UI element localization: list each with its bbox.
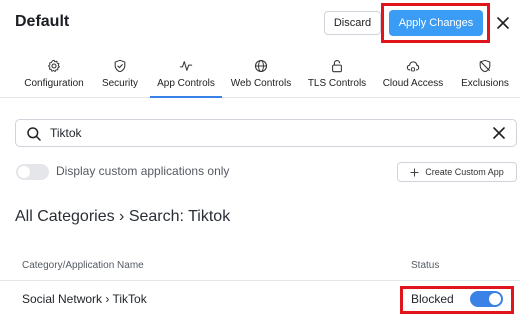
tab-label: Exclusions — [461, 78, 509, 89]
tab-app-controls[interactable]: App Controls — [150, 52, 222, 98]
tab-label: Cloud Access — [382, 78, 444, 89]
close-icon — [497, 17, 509, 29]
panel-header: Default Discard Apply Changes — [0, 0, 520, 46]
close-button[interactable] — [494, 13, 512, 33]
shield-off-icon — [479, 59, 491, 73]
search-input[interactable]: Tiktok — [15, 119, 517, 147]
create-custom-app-button[interactable]: Create Custom App — [397, 162, 517, 182]
plus-icon — [410, 167, 419, 177]
row-app-name: Social Network › TikTok — [22, 292, 147, 306]
tab-label: TLS Controls — [307, 78, 367, 89]
tab-cloud-access[interactable]: Cloud Access — [378, 52, 448, 98]
toggle-knob — [18, 166, 30, 178]
tab-web-controls[interactable]: Web Controls — [228, 52, 294, 98]
page-title: Default — [15, 13, 70, 30]
gear-icon — [48, 59, 60, 72]
tab-security[interactable]: Security — [96, 52, 144, 98]
shield-check-icon — [114, 59, 126, 73]
search-value: Tiktok — [50, 126, 82, 140]
tab-label: App Controls — [157, 78, 215, 89]
pulse-icon — [179, 61, 193, 71]
toggle-knob — [489, 293, 501, 305]
tab-label: Configuration — [24, 78, 84, 89]
column-header-name: Category/Application Name — [22, 260, 144, 271]
tab-bar: Configuration Security App Controls Web … — [0, 52, 520, 98]
row-status-text: Blocked — [411, 292, 454, 306]
breadcrumb: All Categories › Search: Tiktok — [15, 208, 231, 225]
cloud-lock-icon — [406, 61, 420, 72]
search-icon — [26, 126, 42, 147]
tab-exclusions[interactable]: Exclusions — [458, 52, 512, 98]
globe-icon — [254, 59, 268, 73]
custom-apps-toggle[interactable] — [16, 164, 49, 180]
lock-icon — [332, 60, 342, 73]
tab-label: Web Controls — [230, 78, 292, 89]
custom-apps-toggle-label: Display custom applications only — [56, 164, 230, 178]
create-custom-app-label: Create Custom App — [425, 167, 504, 177]
discard-button[interactable]: Discard — [324, 11, 381, 35]
tab-tls-controls[interactable]: TLS Controls — [304, 52, 370, 98]
clear-search-icon[interactable] — [492, 126, 506, 145]
column-header-status: Status — [411, 260, 440, 271]
table-header: Category/Application Name Status — [0, 253, 520, 281]
tab-configuration[interactable]: Configuration — [16, 52, 92, 98]
tab-label: Security — [101, 78, 139, 89]
status-toggle[interactable] — [470, 291, 503, 307]
apply-changes-button[interactable]: Apply Changes — [389, 10, 483, 36]
